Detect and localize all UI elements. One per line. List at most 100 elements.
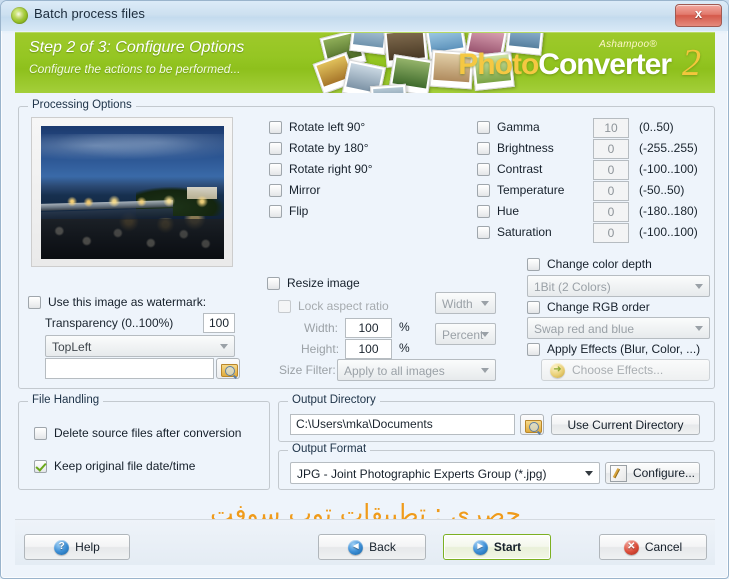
checkbox-box[interactable] (527, 342, 540, 356)
checkbox-temperature[interactable]: Temperature (477, 183, 564, 197)
close-button[interactable]: x (675, 4, 722, 27)
app-globe-icon (11, 7, 28, 24)
chevron-down-icon (481, 368, 489, 373)
checkbox-box[interactable] (269, 162, 282, 176)
brightness-value-input[interactable]: 0 (593, 139, 629, 159)
checkbox-box[interactable] (269, 204, 282, 218)
checkbox-hue[interactable]: Hue (477, 204, 519, 218)
gamma-value-input[interactable]: 10 (593, 118, 629, 138)
pencil-icon (609, 464, 627, 482)
checkbox-rotate-right-90[interactable]: Rotate right 90° (269, 162, 373, 176)
checkbox-label: Apply Effects (Blur, Color, ...) (547, 342, 701, 356)
temperature-value-input[interactable]: 0 (593, 181, 629, 201)
checkbox-box[interactable] (477, 120, 490, 134)
choose-effects-label: Choose Effects... (572, 363, 664, 377)
checkbox-box[interactable] (34, 426, 47, 440)
close-x-icon: ✕ (623, 539, 639, 555)
checkbox-box[interactable] (269, 141, 282, 155)
logo-photo-text: Photo (458, 48, 539, 81)
checkbox-label: Hue (497, 204, 520, 218)
checkbox-box[interactable] (477, 204, 490, 218)
watermark-position-select[interactable]: TopLeft (45, 335, 235, 357)
contrast-value-input[interactable]: 0 (593, 160, 629, 180)
checkbox-delete-source-files[interactable]: Delete source files after conversion (34, 426, 241, 440)
back-button[interactable]: ◄ Back (318, 534, 426, 560)
checkbox-box[interactable] (477, 225, 490, 239)
contrast-range-label: (-100..100) (639, 162, 698, 176)
checkbox-box[interactable] (28, 295, 41, 309)
checkbox-box[interactable] (477, 141, 490, 155)
start-label: Start (493, 540, 522, 554)
checkbox-resize-image[interactable]: Resize image (267, 276, 360, 290)
checkbox-use-image-as-watermark[interactable]: Use this image as watermark: (28, 295, 206, 309)
resize-dimension-select[interactable]: Width (435, 292, 496, 314)
logo-version-text: 2 (682, 42, 701, 84)
checkbox-box[interactable] (527, 300, 540, 314)
checkbox-brightness[interactable]: Brightness (477, 141, 554, 155)
height-unit-label: % (399, 341, 410, 355)
start-button[interactable]: ► Start (443, 534, 551, 560)
cancel-button[interactable]: ✕ Cancel (599, 534, 707, 560)
rgb-order-select[interactable]: Swap red and blue (527, 317, 710, 339)
checkbox-box[interactable] (477, 162, 490, 176)
checkbox-saturation[interactable]: Saturation (477, 225, 552, 239)
size-filter-select[interactable]: Apply to all images (337, 359, 496, 381)
checkbox-gamma[interactable]: Gamma (477, 120, 540, 134)
width-input[interactable]: 100 (345, 318, 392, 338)
checkbox-box[interactable] (477, 183, 490, 197)
saturation-value-input[interactable]: 0 (593, 223, 629, 243)
help-button[interactable]: ? Help (24, 534, 130, 560)
configure-format-button[interactable]: Configure... (605, 462, 700, 484)
processing-options-legend: Processing Options (28, 99, 136, 111)
checkbox-box[interactable] (267, 276, 280, 290)
product-logo: Ashampoo® PhotoConverter 2 (453, 37, 703, 93)
watermark-path-input[interactable] (45, 358, 214, 379)
checkbox-change-rgb-order[interactable]: Change RGB order (527, 300, 650, 314)
checkbox-label: Keep original file date/time (54, 459, 196, 473)
hue-value-input[interactable]: 0 (593, 202, 629, 222)
output-directory-input[interactable]: C:\Users\mka\Documents (290, 414, 515, 435)
watermark-browse-button[interactable] (216, 358, 240, 379)
gamma-range-label: (0..50) (639, 120, 674, 134)
banner-subtitle: Configure the actions to be performed... (29, 62, 241, 76)
width-unit-label: % (399, 320, 410, 334)
checkbox-flip[interactable]: Flip (269, 204, 308, 218)
checkbox-box[interactable] (278, 299, 291, 313)
color-depth-select[interactable]: 1Bit (2 Colors) (527, 275, 710, 297)
chevron-down-icon (481, 301, 489, 306)
height-input[interactable]: 100 (345, 339, 392, 359)
checkbox-contrast[interactable]: Contrast (477, 162, 542, 176)
logo-converter-text: Converter (538, 48, 672, 81)
checkbox-box[interactable] (34, 459, 47, 473)
width-label: Width: (304, 321, 339, 335)
checkbox-box[interactable] (269, 183, 282, 197)
checkbox-apply-effects[interactable]: Apply Effects (Blur, Color, ...) (527, 342, 700, 356)
checkbox-lock-aspect-ratio[interactable]: Lock aspect ratio (278, 299, 389, 313)
checkbox-label: Change RGB order (547, 300, 650, 314)
checkbox-label: Brightness (497, 141, 554, 155)
back-label: Back (369, 540, 396, 554)
checkbox-rotate-180[interactable]: Rotate by 180° (269, 141, 369, 155)
output-format-select[interactable]: JPG - Joint Photographic Experts Group (… (290, 462, 600, 484)
checkbox-change-color-depth[interactable]: Change color depth (527, 257, 652, 271)
checkbox-label: Rotate by 180° (289, 141, 369, 155)
choose-effects-button[interactable]: Choose Effects... (541, 359, 710, 381)
saturation-range-label: (-100..100) (639, 225, 698, 239)
help-icon: ? (54, 539, 70, 555)
window-title: Batch process files (34, 6, 146, 21)
logo-product-name: PhotoConverter (458, 48, 672, 82)
resize-unit-select[interactable]: Percent (435, 323, 496, 345)
checkbox-label: Lock aspect ratio (298, 299, 389, 313)
output-format-value: JPG - Joint Photographic Experts Group (… (297, 467, 547, 481)
use-current-directory-label: Use Current Directory (567, 417, 684, 432)
checkbox-box[interactable] (269, 120, 282, 134)
size-filter-value: Apply to all images (344, 364, 445, 378)
use-current-directory-button[interactable]: Use Current Directory (551, 414, 700, 435)
output-directory-browse-button[interactable] (520, 414, 544, 435)
checkbox-label: Mirror (289, 183, 321, 197)
checkbox-rotate-left-90[interactable]: Rotate left 90° (269, 120, 365, 134)
checkbox-box[interactable] (527, 257, 540, 271)
checkbox-mirror[interactable]: Mirror (269, 183, 320, 197)
checkbox-keep-original-date[interactable]: Keep original file date/time (34, 459, 195, 473)
transparency-input[interactable]: 100 (203, 313, 235, 333)
